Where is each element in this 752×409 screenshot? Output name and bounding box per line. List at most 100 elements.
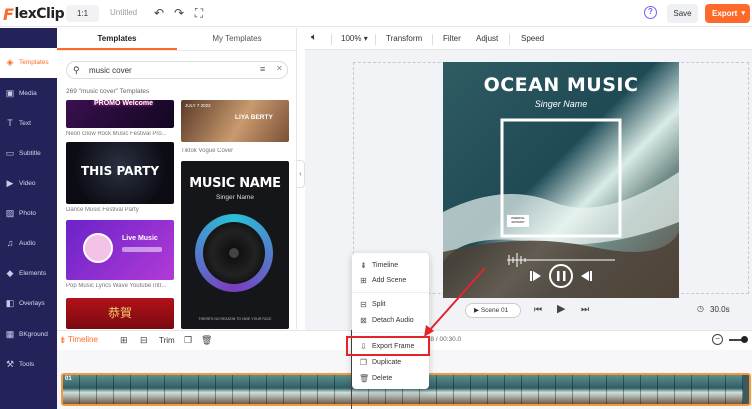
menu-item-detach-audio[interactable]: ⊠ Detach Audio <box>352 313 429 329</box>
toolbar-divider <box>509 34 510 45</box>
sidebar-item-templates[interactable]: ◈ Templates <box>0 48 57 78</box>
previous-icon[interactable]: ⏮ <box>534 304 542 315</box>
save-button[interactable]: Save <box>667 4 698 23</box>
template-thumbnail-neon[interactable]: PROMO Welcome <box>66 100 174 128</box>
document-title[interactable]: Untitled <box>110 8 137 17</box>
template-thumbnail-music-name[interactable]: MUSIC NAME Singer Name THERE'S NO REASON… <box>181 161 289 329</box>
menu-item-duplicate[interactable]: ❐ Duplicate <box>352 355 429 371</box>
export-button[interactable]: Export ▾ <box>705 4 750 23</box>
clip-frame <box>216 375 233 404</box>
vinyl-disc <box>195 214 273 292</box>
clip-frame <box>709 375 726 404</box>
transform-button[interactable]: Transform <box>386 34 422 43</box>
annotation-highlight-box <box>346 336 430 356</box>
menu-item-delete[interactable]: 🗑︎ Delete <box>352 371 429 387</box>
timeline-icon: ⇟ <box>59 335 67 345</box>
poster-subtitle: Singer Name <box>534 99 588 109</box>
sidebar-item-bkground[interactable]: ▦ BKground <box>0 320 57 350</box>
clip-frame <box>454 375 471 404</box>
template-thumbnail-live-music[interactable]: Live Music <box>66 220 174 280</box>
scene-selector[interactable]: ▶ Scene 01 <box>465 303 521 318</box>
clip-frame <box>505 375 522 404</box>
collapse-panel-handle[interactable]: ‹ <box>297 160 305 188</box>
next-icon[interactable]: ⏭ <box>581 304 589 315</box>
clip-frame <box>250 375 267 404</box>
delete-icon[interactable]: 🗑︎ <box>201 335 212 346</box>
redo-icon[interactable]: ↷ <box>172 6 186 20</box>
menu-item-label: Timeline <box>372 262 399 269</box>
add-scene-icon[interactable]: ⊞ <box>120 335 128 346</box>
sidebar-item-overlays[interactable]: ◧ Overlays <box>0 289 57 319</box>
sidebar-item-audio[interactable]: ♫ Audio <box>0 229 57 259</box>
aspect-ratio-button[interactable]: 1:1 <box>66 5 99 22</box>
volume-icon[interactable]: 🔈︎ <box>311 32 317 43</box>
adjust-button[interactable]: Adjust <box>476 34 498 43</box>
template-caption: Neon Glow Rock Music Festival Pro... <box>66 131 167 137</box>
timeline-toggle[interactable]: Timeline <box>68 335 98 344</box>
speed-button[interactable]: Speed <box>521 34 544 43</box>
trim-button[interactable]: Trim <box>159 336 175 345</box>
template-date: JULY 7 2022 <box>185 103 211 108</box>
clip-number: 01 <box>65 376 72 382</box>
fullscreen-icon[interactable]: ⛶ <box>192 6 206 20</box>
sidebar-item-label: Elements <box>19 270 47 277</box>
logo-mark: F <box>3 4 14 24</box>
clear-search-icon[interactable]: ✕ <box>276 64 283 73</box>
clip-frame <box>80 375 97 404</box>
search-input[interactable]: ⚲ music cover ≡ ✕ <box>66 61 288 79</box>
menu-item-add-scene[interactable]: ⊞ Add Scene <box>352 273 429 289</box>
undo-icon[interactable]: ↶ <box>152 6 166 20</box>
clip-frame <box>131 375 148 404</box>
add-scene-icon: ⊞ <box>360 276 367 285</box>
template-thumbnail-party[interactable]: THIS PARTY <box>66 142 174 204</box>
context-menu: ⇟ Timeline ⊞ Add Scene ⊟ Split ⊠ Detach … <box>352 253 429 389</box>
poster-title: OCEAN MUSIC <box>483 74 639 96</box>
clip-frame <box>182 375 199 404</box>
parental-advisory-badge: PARENTAL ADVISORY <box>507 215 529 227</box>
toolbar-divider <box>375 34 376 45</box>
template-thumbnail-chinese[interactable]: 恭賀 <box>66 298 174 329</box>
result-count: 269 "music cover" Templates <box>66 88 150 95</box>
sidebar-item-label: Photo <box>19 210 36 217</box>
template-title: MUSIC NAME <box>189 176 281 191</box>
clip-frame <box>641 375 658 404</box>
template-title: PROMO Welcome <box>94 100 153 107</box>
menu-item-split[interactable]: ⊟ Split <box>352 297 429 313</box>
play-icon[interactable]: ▶ <box>557 302 565 315</box>
sidebar-item-video[interactable]: ▶ Video <box>0 169 57 199</box>
top-bar: F lexClip 1:1 Untitled ↶ ↷ ⛶ ? Save Expo… <box>0 0 752 27</box>
clip-frame <box>590 375 607 404</box>
tab-my-templates[interactable]: My Templates <box>177 28 296 50</box>
sidebar-item-subtitle[interactable]: ▭ Subtitle <box>0 139 57 169</box>
menu-item-timeline[interactable]: ⇟ Timeline <box>352 258 429 274</box>
clip-frame <box>148 375 165 404</box>
video-preview[interactable]: OCEAN MUSIC Singer Name PARENTAL ADVISOR… <box>443 62 679 298</box>
clip-frame <box>488 375 505 404</box>
detach-audio-icon: ⊠ <box>360 316 367 325</box>
filter-icon[interactable]: ≡ <box>260 64 265 74</box>
sidebar-item-text[interactable]: T Text <box>0 109 57 139</box>
menu-item-label: Duplicate <box>372 359 402 366</box>
flexclip-logo[interactable]: F lexClip <box>3 4 65 24</box>
elements-icon: ◆ <box>6 268 14 278</box>
delete-icon: 🗑︎ <box>359 374 370 383</box>
sidebar-item-photo[interactable]: ▨ Photo <box>0 199 57 229</box>
sidebar-item-elements[interactable]: ◆ Elements <box>0 259 57 289</box>
clip-frame <box>335 375 352 404</box>
help-icon[interactable]: ? <box>644 6 657 19</box>
sidebar-item-label: Subtitle <box>19 150 41 157</box>
clip-frame <box>556 375 573 404</box>
split-icon[interactable]: ⊟ <box>140 335 148 346</box>
menu-item-label: Delete <box>372 375 393 382</box>
zoom-out-icon[interactable]: − <box>712 334 723 345</box>
filter-button[interactable]: Filter <box>443 34 461 43</box>
duplicate-icon[interactable]: ❐ <box>184 335 192 346</box>
tab-templates[interactable]: Templates <box>57 28 177 50</box>
clip-frame <box>726 375 743 404</box>
sidebar-item-media[interactable]: ▣ Media <box>0 79 57 109</box>
zoom-select[interactable]: 100% ▾ <box>341 34 368 43</box>
sidebar-item-tools[interactable]: ⚒ Tools <box>0 350 57 380</box>
total-duration: 30.0s <box>710 305 730 314</box>
template-thumbnail-vogue[interactable]: JULY 7 2022 LIYA BERTY <box>181 100 289 142</box>
zoom-slider-knob[interactable] <box>741 336 748 343</box>
